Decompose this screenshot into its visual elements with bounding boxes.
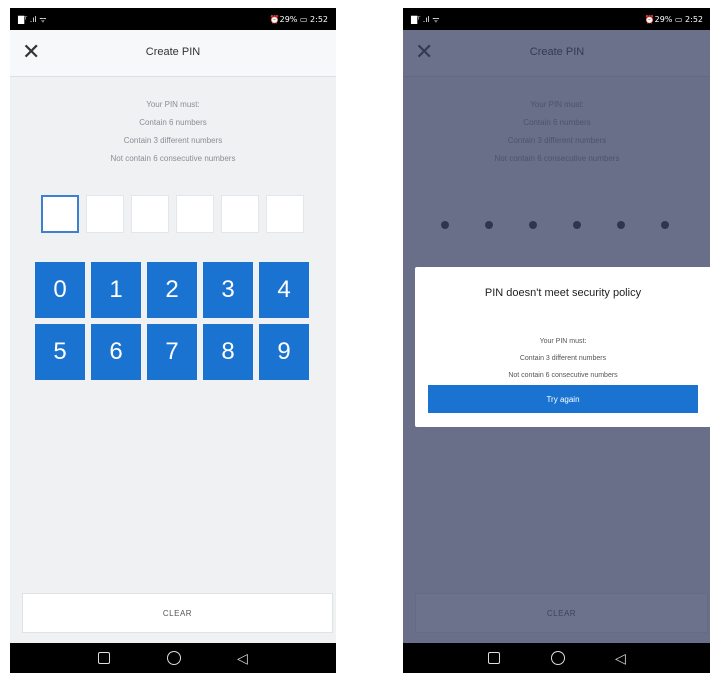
numeric-keypad: 0 1 2 3 4 5 6 7 8 9 [35, 262, 309, 380]
key-8[interactable]: 8 [203, 324, 253, 380]
pin-digit-box[interactable] [266, 195, 304, 233]
dialog-heading: Your PIN must: [539, 338, 587, 345]
requirements-heading: Your PIN must: [146, 100, 200, 109]
status-bar: ▇ᵀ .ıl ᯤ ⏰29% ▭ 2:52 [10, 8, 336, 30]
key-9[interactable]: 9 [259, 324, 309, 380]
create-pin-screen: ▇ᵀ .ıl ᯤ ⏰29% ▭ 2:52 ✕ Create PIN Your P… [10, 8, 336, 673]
clear-button[interactable]: CLEAR [22, 593, 333, 633]
key-3[interactable]: 3 [203, 262, 253, 318]
circle-icon[interactable] [550, 651, 565, 665]
requirement-item: Contain 6 numbers [139, 118, 207, 127]
circle-icon[interactable] [166, 651, 181, 665]
dialog-item: Not contain 6 consecutive numbers [508, 372, 618, 379]
key-2[interactable]: 2 [147, 262, 197, 318]
key-4[interactable]: 4 [259, 262, 309, 318]
pin-requirements: Your PIN must: Contain 6 numbers Contain… [10, 96, 336, 168]
pin-digit-box[interactable] [41, 195, 79, 233]
dialog-title: PIN doesn't meet security policy [484, 287, 642, 299]
requirement-item: Contain 3 different numbers [123, 136, 223, 145]
pin-digit-box[interactable] [221, 195, 259, 233]
key-1[interactable]: 1 [91, 262, 141, 318]
key-6[interactable]: 6 [91, 324, 141, 380]
security-policy-dialog: PIN doesn't meet security policy Your PI… [415, 267, 710, 427]
app-bar: ✕ Create PIN [10, 30, 336, 77]
android-nav-bar: ◁ [10, 643, 336, 673]
square-icon[interactable] [98, 652, 111, 664]
pin-digit-box[interactable] [131, 195, 169, 233]
square-icon[interactable] [488, 652, 501, 664]
back-triangle-icon[interactable]: ◁ [615, 650, 626, 667]
signal-icons: ▇ᵀ .ıl ᯤ [18, 14, 47, 24]
key-5[interactable]: 5 [35, 324, 85, 380]
pin-error-screen: ▇ᵀ .ıl ᯤ ⏰29% ▭ 2:52 ✕ Create PIN Your P… [403, 8, 710, 673]
try-again-button[interactable]: Try again [428, 385, 698, 413]
pin-digit-box[interactable] [176, 195, 214, 233]
dialog-item: Contain 3 different numbers [519, 355, 607, 362]
requirement-item: Not contain 6 consecutive numbers [110, 154, 236, 163]
key-7[interactable]: 7 [147, 324, 197, 380]
android-nav-bar: ◁ [403, 643, 710, 673]
pin-entry-boxes [41, 195, 304, 233]
pin-digit-box[interactable] [86, 195, 124, 233]
battery-time: ⏰29% ▭ 2:52 [269, 14, 328, 24]
battery-time: ⏰29% ▭ 2:52 [644, 14, 703, 24]
dialog-body: Your PIN must: Contain 3 different numbe… [415, 333, 710, 384]
key-0[interactable]: 0 [35, 262, 85, 318]
status-bar: ▇ᵀ .ıl ᯤ ⏰29% ▭ 2:52 [403, 8, 710, 30]
page-title: Create PIN [145, 46, 201, 58]
back-triangle-icon[interactable]: ◁ [237, 650, 248, 667]
signal-icons: ▇ᵀ .ıl ᯤ [411, 14, 440, 24]
